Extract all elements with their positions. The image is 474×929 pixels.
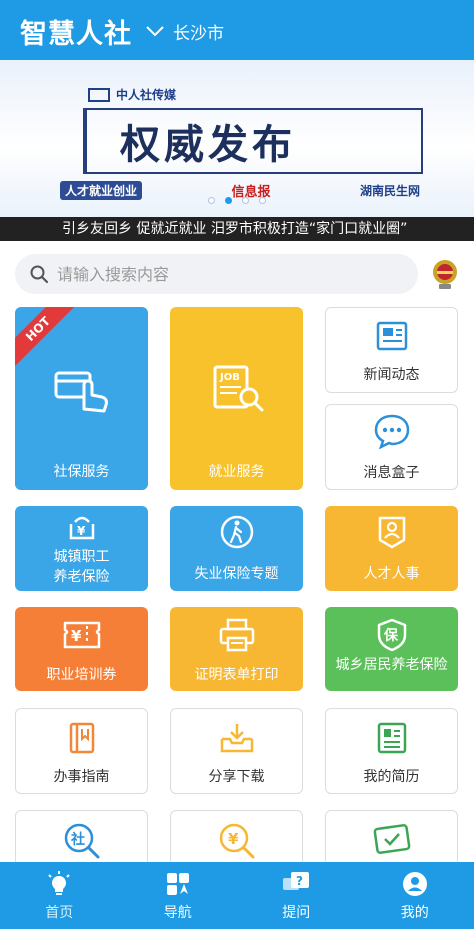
- tile-label: 我的简历: [363, 769, 420, 785]
- tile-label-line1: 城镇职工: [53, 549, 110, 565]
- banner-brand: 中人社传媒: [88, 86, 176, 103]
- svg-text:JOB: JOB: [219, 372, 240, 383]
- yuan-search-icon: ¥: [219, 823, 254, 859]
- bottom-tab-bar: 首页 导航 ? 提问 我的: [0, 862, 474, 929]
- carousel-dots: [0, 197, 474, 204]
- resume-icon: [377, 722, 406, 754]
- tile-label: 失业保险专题: [194, 566, 279, 582]
- carousel-dot[interactable]: [208, 197, 215, 204]
- city-selector[interactable]: 长沙市: [145, 14, 224, 48]
- tile-label: 分享下载: [208, 769, 265, 785]
- carousel-dot-active[interactable]: [225, 197, 232, 204]
- tab-label: 首页: [45, 904, 74, 921]
- tile-partial-social-search[interactable]: 社: [15, 810, 148, 870]
- tile-social-security[interactable]: HOT 社保服务: [15, 307, 148, 490]
- tile-unemployment[interactable]: 失业保险专题: [170, 506, 303, 591]
- tile-label: 办事指南: [53, 769, 110, 785]
- download-tray-icon: [220, 724, 253, 753]
- card-check-icon: [373, 824, 410, 854]
- home-bulb-icon: [48, 870, 70, 895]
- tile-certificate[interactable]: 证明表单打印: [170, 607, 303, 691]
- navigation-grid-icon: [166, 872, 189, 895]
- carousel-dot[interactable]: [259, 197, 266, 204]
- tile-rural-pension[interactable]: 保 城乡居民养老保险: [325, 607, 458, 691]
- tile-label: 职业培训券: [46, 667, 117, 683]
- tile-label: 人才人事: [363, 566, 420, 582]
- tile-label: 证明表单打印: [194, 667, 279, 683]
- guide-book-icon: [69, 722, 94, 754]
- newspaper-icon: [376, 321, 407, 351]
- card-swipe-icon: [54, 371, 108, 413]
- tab-question[interactable]: ? 提问: [237, 862, 356, 929]
- svg-text:社: 社: [70, 831, 85, 848]
- user-profile-icon: [402, 871, 427, 896]
- tile-partial-yuan-search[interactable]: ¥: [170, 810, 303, 870]
- search-input[interactable]: [57, 264, 377, 284]
- voucher-icon: ¥: [63, 621, 100, 649]
- tile-partial-card-check[interactable]: [325, 810, 458, 870]
- tab-home[interactable]: 首页: [0, 862, 119, 929]
- hot-badge: HOT: [15, 307, 79, 370]
- tile-label-line2: 养老保险: [53, 569, 110, 585]
- tile-resume[interactable]: 我的简历: [325, 708, 458, 794]
- tab-label: 提问: [282, 904, 311, 921]
- search-icon: [30, 265, 49, 284]
- tile-label: 社保服务: [53, 464, 110, 480]
- talent-badge-icon: [378, 516, 405, 549]
- search-bar[interactable]: [15, 254, 418, 294]
- tile-download[interactable]: 分享下载: [170, 708, 303, 794]
- tile-guide[interactable]: 办事指南: [15, 708, 148, 794]
- tab-label: 导航: [163, 904, 192, 921]
- chevron-down-icon: [146, 26, 164, 37]
- tile-messages[interactable]: 消息盒子: [325, 404, 458, 490]
- chat-bubble-icon: [374, 414, 409, 449]
- shield-icon: 保: [377, 618, 406, 652]
- pension-yuan-icon: ¥: [69, 516, 94, 540]
- tile-news[interactable]: 新闻动态: [325, 307, 458, 393]
- banner-carousel[interactable]: 中人社传媒 权威发布 人才就业创业 信息报 湖南民生网: [0, 60, 474, 217]
- tile-label: 新闻动态: [363, 367, 420, 383]
- tab-label: 我的: [400, 904, 429, 921]
- social-search-icon: 社: [64, 823, 99, 859]
- tab-navigation[interactable]: 导航: [119, 862, 238, 929]
- tile-label: 消息盒子: [363, 465, 420, 481]
- tile-pension[interactable]: ¥ 城镇职工 养老保险: [15, 506, 148, 591]
- svg-text:?: ?: [296, 874, 303, 888]
- svg-text:¥: ¥: [77, 524, 86, 538]
- app-header: 智慧人社 长沙市: [0, 0, 474, 60]
- brand-logo-icon: [88, 87, 110, 102]
- banner-headline: 权威发布: [120, 122, 296, 168]
- svg-text:¥: ¥: [71, 627, 82, 645]
- search-row: [0, 252, 474, 296]
- question-chat-icon: ?: [283, 871, 310, 890]
- tile-training[interactable]: ¥ 职业培训券: [15, 607, 148, 691]
- national-emblem-icon[interactable]: [431, 258, 459, 290]
- printer-icon: [219, 618, 254, 652]
- tile-employment[interactable]: JOB 就业服务: [170, 307, 303, 490]
- svg-text:保: 保: [383, 627, 399, 644]
- news-ticker[interactable]: 引乡友回乡 促就近就业 汨罗市积极打造“家门口就业圈”: [0, 217, 474, 241]
- tile-label: 城乡居民养老保险: [335, 657, 448, 673]
- job-newspaper-icon: JOB: [213, 365, 263, 412]
- tile-label: 就业服务: [208, 464, 265, 480]
- city-label: 长沙市: [173, 23, 224, 44]
- tile-talent[interactable]: 人才人事: [325, 506, 458, 591]
- carousel-dot[interactable]: [242, 197, 249, 204]
- tab-profile[interactable]: 我的: [356, 862, 474, 929]
- walking-person-icon: [220, 515, 253, 549]
- svg-text:¥: ¥: [228, 830, 239, 848]
- app-title: 智慧人社: [20, 19, 132, 50]
